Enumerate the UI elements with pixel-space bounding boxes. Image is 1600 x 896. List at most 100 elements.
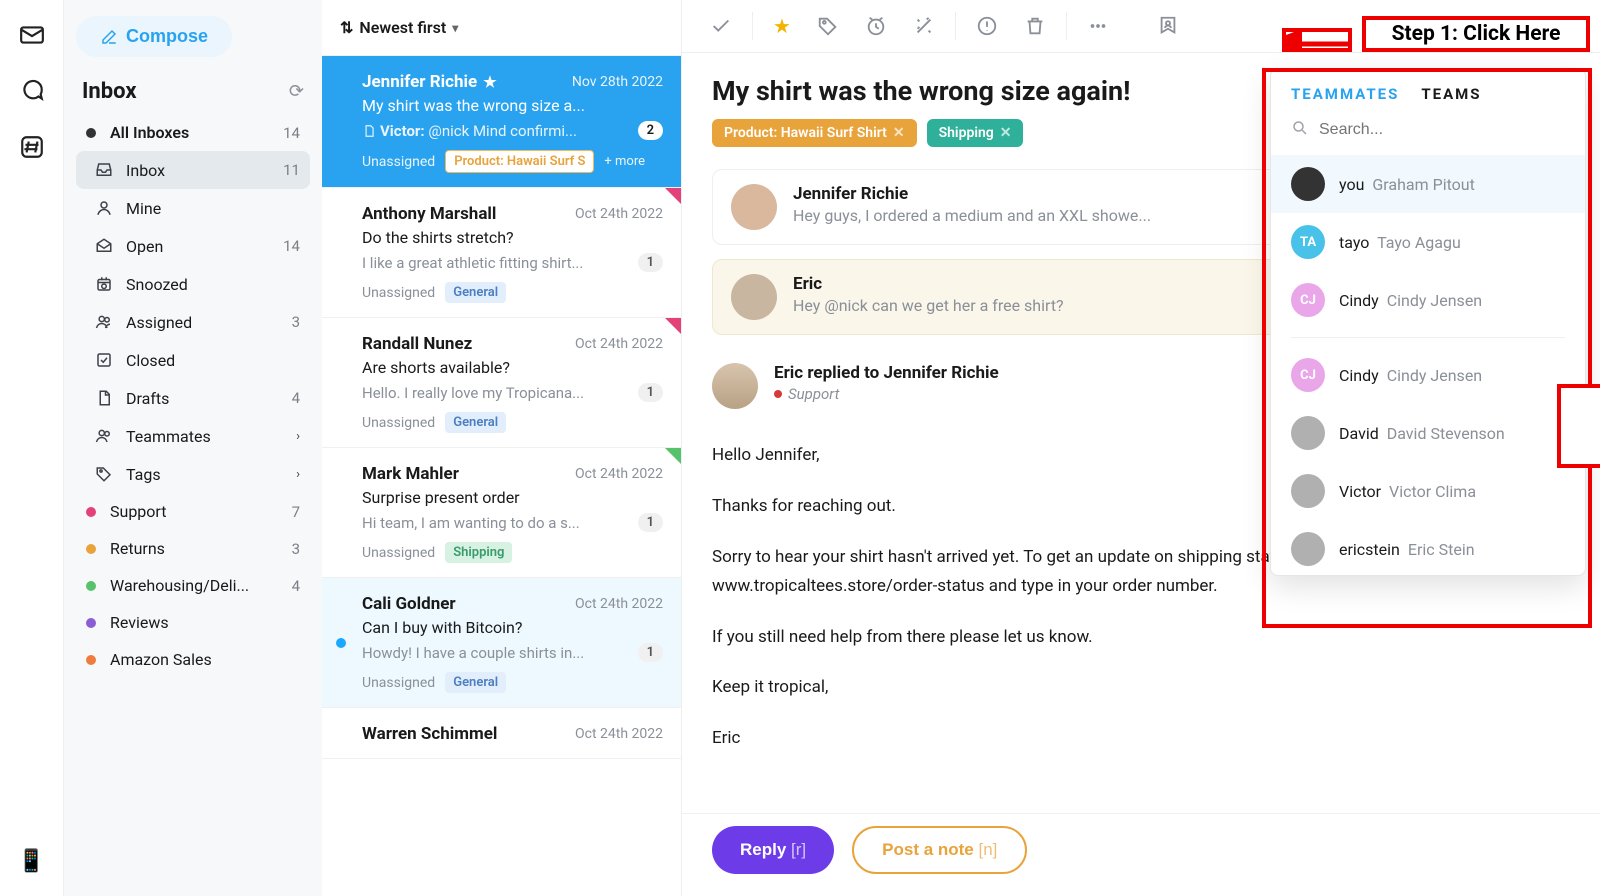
sidebar-item-label: Mine [126, 199, 300, 218]
conversation-item[interactable]: Anthony MarshallOct 24th 2022Do the shir… [322, 188, 681, 318]
message-tag[interactable]: Product: Hawaii Surf Shirt ✕ [712, 119, 917, 147]
trash-icon[interactable] [1024, 15, 1046, 37]
sidebar-item[interactable]: Mine [76, 189, 310, 227]
message-actions: Reply [r] Post a note [n] [682, 813, 1600, 896]
post-note-button[interactable]: Post a note [n] [852, 826, 1027, 874]
assign-row[interactable]: Victor Victor Clima [1271, 462, 1585, 520]
reply-button[interactable]: Reply [r] [712, 826, 834, 874]
avatar: CJ [1291, 283, 1325, 317]
avatar [1291, 167, 1325, 201]
chevron-right-icon: › [296, 429, 300, 444]
conversation-sender: Warren Schimmel [362, 724, 497, 744]
message-toolbar: ★ #81 [682, 0, 1600, 53]
icon-rail: 📱 [0, 0, 64, 896]
sidebar-item[interactable]: Tags› [76, 455, 310, 493]
conversation-subject: Surprise present order [362, 488, 663, 507]
conversation-item[interactable]: Randall NunezOct 24th 2022Are shorts ava… [322, 318, 681, 448]
sidebar-item[interactable]: Support7 [76, 493, 310, 530]
conversation-tag-more: + more [604, 154, 645, 169]
tab-teammates[interactable]: TEAMMATES [1291, 85, 1399, 103]
assign-row[interactable]: TA tayo Tayo Agagu [1271, 213, 1585, 271]
sidebar-item[interactable]: Open14 [76, 227, 310, 265]
assign-row[interactable]: CJ Cindy Cindy Jensen [1271, 271, 1585, 329]
conversation-tag: General [445, 282, 506, 303]
conversation-sender: Cali Goldner [362, 594, 456, 614]
tab-teams[interactable]: TEAMS [1421, 85, 1481, 103]
assign-icon[interactable] [1157, 15, 1179, 37]
chat-icon[interactable] [19, 78, 45, 104]
conversation-sender: Mark Mahler [362, 464, 459, 484]
conversation-snippet: Hello. I really love my Tropicana... [362, 384, 584, 402]
message-tag[interactable]: Shipping ✕ [927, 119, 1024, 147]
conversation-item[interactable]: Jennifer Richie ★Nov 28th 2022My shirt w… [322, 56, 681, 188]
conversation-count-badge: 1 [638, 253, 663, 272]
sidebar-item[interactable]: Snoozed [76, 265, 310, 303]
conversation-assignment: Unassigned [362, 545, 435, 561]
assign-row[interactable]: you Graham Pitout [1271, 155, 1585, 213]
snooze-icon[interactable] [865, 15, 887, 37]
assign-search-input[interactable] [1319, 121, 1565, 139]
tag-icon[interactable] [817, 15, 839, 37]
sidebar-item-label: Support [110, 502, 292, 521]
card-snippet: Hey guys, I ordered a medium and an XXL … [793, 206, 1151, 225]
assign-row[interactable]: ericstein Eric Stein [1271, 520, 1585, 575]
sidebar-item-label: Tags [126, 465, 292, 484]
sidebar-item[interactable]: Assigned3 [76, 303, 310, 341]
assign-panel: TEAMMATES TEAMS you Graham PitoutTA tayo… [1270, 68, 1586, 576]
teammates-icon [94, 426, 114, 446]
close-icon[interactable]: ✕ [893, 125, 905, 141]
reply-subline: Support [774, 385, 999, 403]
assign-name: Victor Victor Clima [1339, 482, 1476, 501]
conversation-item[interactable]: Warren SchimmelOct 24th 2022 [322, 708, 681, 759]
card-snippet: Hey @nick can we get her a free shirt? [793, 296, 1064, 315]
sidebar-item-label: Returns [110, 539, 292, 558]
conversation-snippet: Victor: @nick Mind confirmi... [362, 122, 577, 140]
mail-icon[interactable] [19, 22, 45, 48]
conversation-subject: Are shorts available? [362, 358, 663, 377]
compose-button[interactable]: Compose [76, 16, 232, 57]
open-icon [94, 236, 114, 256]
sidebar-item[interactable]: Closed [76, 341, 310, 379]
sidebar-item-count: 7 [292, 503, 300, 521]
ticket-number: #81 [1546, 17, 1572, 35]
card-sender: Jennifer Richie [793, 184, 1151, 204]
sidebar-item[interactable]: Teammates› [76, 417, 310, 455]
conversation-item[interactable]: Mark MahlerOct 24th 2022Surprise present… [322, 448, 681, 578]
sidebar-item-label: Open [126, 237, 283, 256]
sidebar-item-label: Amazon Sales [110, 650, 300, 669]
message-body-line: Keep it tropical, [712, 673, 1452, 702]
conversation-count-badge: 2 [638, 121, 663, 140]
refresh-icon[interactable]: ⟳ [289, 81, 304, 102]
sidebar-item-count: 3 [292, 540, 300, 558]
more-icon[interactable] [1087, 15, 1109, 37]
star-icon[interactable]: ★ [773, 14, 791, 38]
avatar [731, 274, 777, 320]
sort-label: Newest first [359, 18, 446, 37]
sidebar-item[interactable]: Warehousing/Deli...4 [76, 567, 310, 604]
alert-icon[interactable] [976, 15, 998, 37]
closed-icon [94, 350, 114, 370]
sidebar-item[interactable]: Inbox11 [76, 151, 310, 189]
sort-dropdown[interactable]: ⇅ Newest first ▾ [322, 0, 681, 56]
sidebar-item-label: Reviews [110, 613, 300, 632]
sidebar-item[interactable]: Reviews [76, 604, 310, 641]
avatar [1291, 416, 1325, 450]
device-icon[interactable]: 📱 [18, 849, 45, 874]
check-icon[interactable] [710, 15, 732, 37]
sidebar-title: Inbox [82, 79, 137, 104]
assign-row[interactable]: David David Stevenson [1271, 404, 1585, 462]
sidebar-item[interactable]: Amazon Sales [76, 641, 310, 678]
person-icon [94, 198, 114, 218]
close-icon[interactable]: ✕ [1000, 125, 1012, 141]
hash-icon[interactable] [19, 134, 45, 160]
conversation-assignment: Unassigned [362, 415, 435, 431]
sidebar-item[interactable]: All Inboxes14 [76, 114, 310, 151]
assign-name: David David Stevenson [1339, 424, 1505, 443]
magic-icon[interactable] [913, 15, 935, 37]
avatar [712, 363, 758, 409]
assign-row[interactable]: CJ Cindy Cindy Jensen [1271, 346, 1585, 404]
sidebar-item-label: Assigned [126, 313, 292, 332]
sidebar-item[interactable]: Drafts4 [76, 379, 310, 417]
sidebar-item[interactable]: Returns3 [76, 530, 310, 567]
conversation-item[interactable]: Cali GoldnerOct 24th 2022Can I buy with … [322, 578, 681, 708]
